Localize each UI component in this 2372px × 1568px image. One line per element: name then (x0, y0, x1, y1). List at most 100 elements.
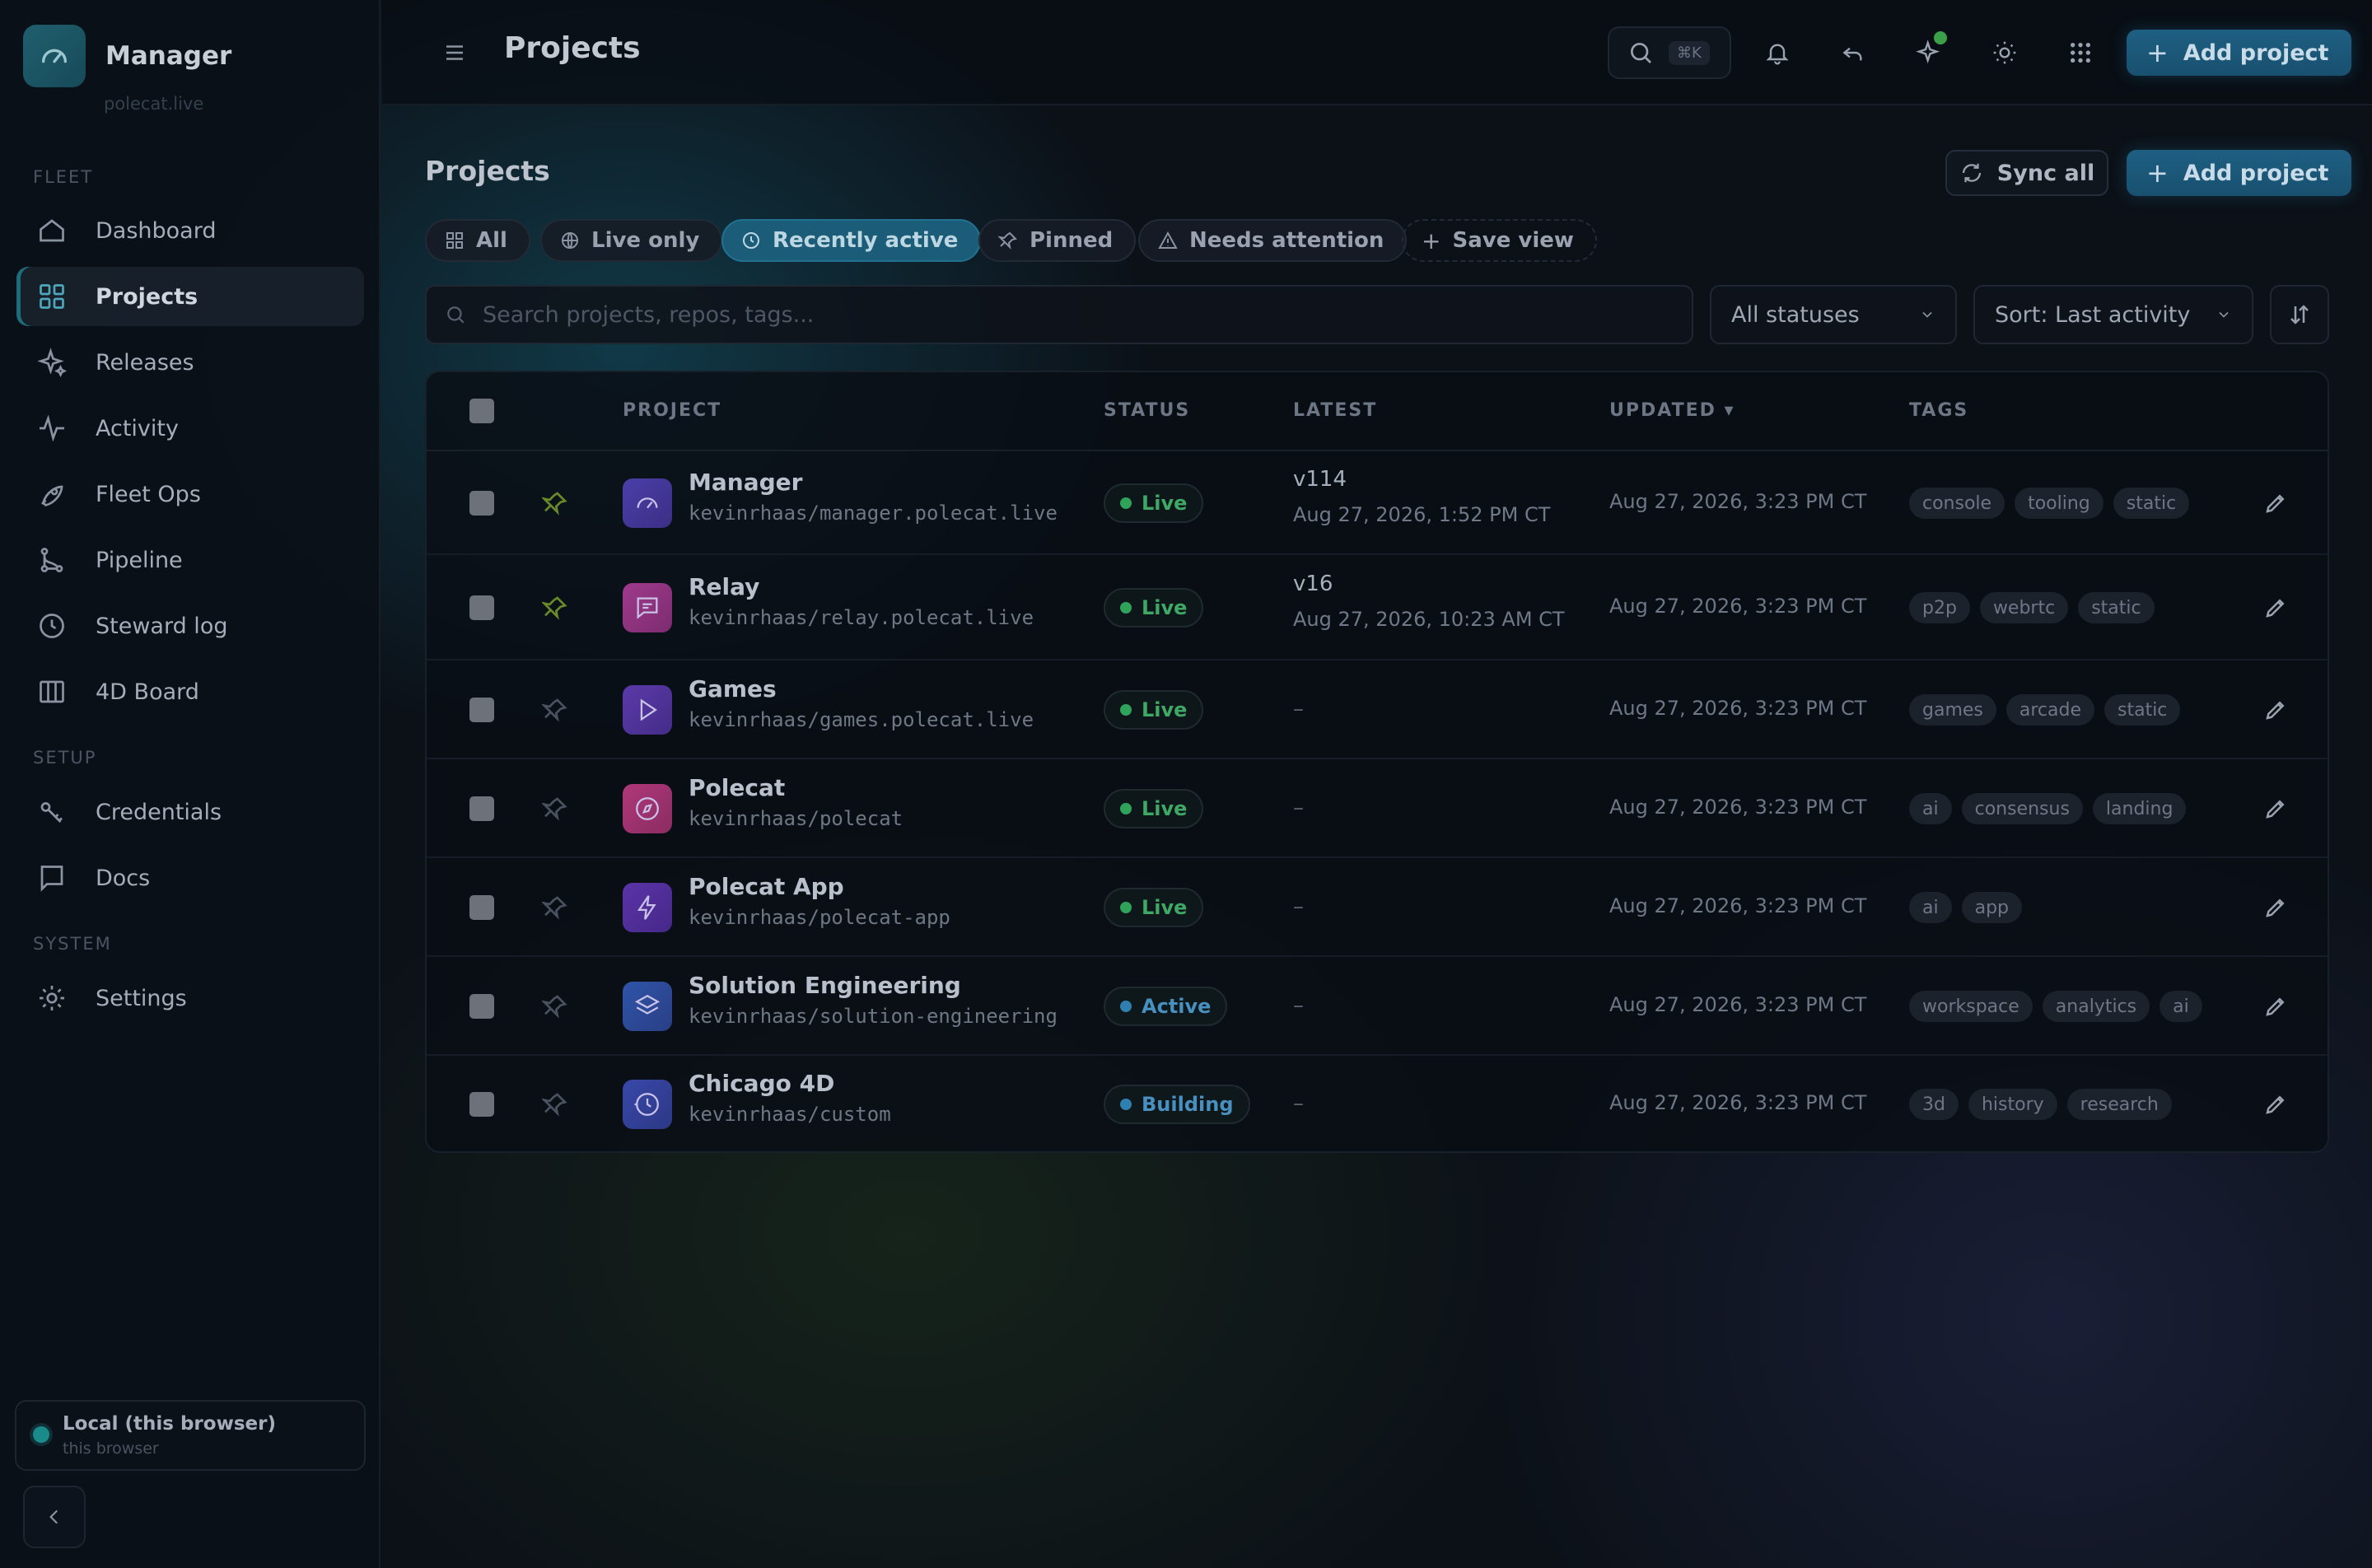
save-view-button[interactable]: + Save view (1402, 219, 1597, 262)
pin-icon[interactable] (542, 697, 568, 723)
tag[interactable]: landing (2092, 793, 2187, 824)
status-filter-select[interactable]: All statuses (1710, 285, 1957, 344)
pin-icon[interactable] (542, 993, 568, 1020)
project-repo: kevinrhaas/polecat (689, 807, 904, 830)
ai-assistant-button[interactable] (1912, 31, 1947, 69)
filter-chip-live-only[interactable]: Live only (540, 219, 723, 262)
sidebar-item-projects[interactable]: Projects (16, 267, 364, 326)
pinned-icon[interactable] (542, 595, 568, 621)
tag[interactable]: tooling (2015, 488, 2104, 519)
collapse-sidebar-button[interactable] (23, 1486, 86, 1548)
sidebar-item-fleet-ops[interactable]: Fleet Ops (16, 464, 364, 524)
command-search-button[interactable]: ⌘K (1608, 26, 1731, 79)
edit-icon[interactable] (2263, 796, 2288, 821)
sidebar-item-4d-board[interactable]: 4D Board (16, 662, 364, 721)
sidebar-item-settings[interactable]: Settings (16, 968, 364, 1028)
column-header-project[interactable]: PROJECT (623, 400, 721, 421)
pinned-icon[interactable] (542, 490, 568, 516)
tag[interactable]: workspace (1909, 991, 2033, 1022)
table-row[interactable]: Solution Engineering kevinrhaas/solution… (427, 957, 2328, 1056)
sidebar-item-activity[interactable]: Activity (16, 399, 364, 458)
theme-toggle-button[interactable] (1988, 36, 2021, 69)
pin-icon[interactable] (542, 1091, 568, 1118)
tag[interactable]: static (2078, 592, 2155, 623)
project-name[interactable]: Games (689, 675, 777, 702)
tag[interactable]: research (2066, 1089, 2172, 1120)
pin-icon[interactable] (542, 894, 568, 921)
project-name[interactable]: Manager (689, 469, 802, 496)
table-row[interactable]: Polecat App kevinrhaas/polecat-app Live … (427, 858, 2328, 957)
row-checkbox[interactable] (469, 994, 494, 1019)
add-project-button-top[interactable]: + Add project (2127, 30, 2352, 76)
table-row[interactable]: Manager kevinrhaas/manager.polecat.live … (427, 451, 2328, 555)
select-all-checkbox[interactable] (469, 399, 494, 423)
table-row[interactable]: Relay kevinrhaas/relay.polecat.live Live… (427, 555, 2328, 660)
tag[interactable]: ai (2160, 991, 2202, 1022)
sidebar-item-credentials[interactable]: Credentials (16, 782, 364, 842)
sidebar-item-pipeline[interactable]: Pipeline (16, 530, 364, 590)
row-checkbox[interactable] (469, 491, 494, 516)
undo-button[interactable] (1837, 36, 1870, 69)
notifications-button[interactable] (1761, 36, 1794, 69)
project-name[interactable]: Polecat App (689, 873, 844, 900)
project-name[interactable]: Polecat (689, 774, 785, 801)
row-checkbox[interactable] (469, 698, 494, 722)
tag[interactable]: webrtc (1979, 592, 2069, 623)
tag[interactable]: analytics (2042, 991, 2150, 1022)
edit-icon[interactable] (2263, 698, 2288, 722)
edit-icon[interactable] (2263, 1092, 2288, 1117)
row-checkbox[interactable] (469, 796, 494, 821)
apps-button[interactable] (2064, 36, 2097, 69)
tag[interactable]: app (1961, 892, 2023, 923)
table-row[interactable]: Chicago 4D kevinrhaas/custom Building – … (427, 1056, 2328, 1151)
tag[interactable]: ai (1909, 793, 1952, 824)
row-checkbox[interactable] (469, 895, 494, 920)
edit-icon[interactable] (2263, 491, 2288, 516)
filter-chip-pinned[interactable]: Pinned (978, 219, 1137, 262)
menu-toggle-button[interactable] (438, 36, 471, 69)
edit-icon[interactable] (2263, 595, 2288, 620)
tag[interactable]: games (1909, 694, 1996, 726)
tag[interactable]: ai (1909, 892, 1952, 923)
table-row[interactable]: Games kevinrhaas/games.polecat.live Live… (427, 660, 2328, 759)
tag[interactable]: consensus (1961, 793, 2083, 824)
tag[interactable]: console (1909, 488, 2005, 519)
local-storage-indicator[interactable]: Local (this browser) this browser (15, 1400, 366, 1471)
tag[interactable]: static (2104, 694, 2181, 726)
project-name[interactable]: Chicago 4D (689, 1070, 834, 1097)
tag[interactable]: static (2113, 488, 2190, 519)
sidebar-item-dashboard[interactable]: Dashboard (16, 201, 364, 260)
filter-chip-needs-attention[interactable]: Needs attention (1138, 219, 1408, 262)
tag[interactable]: history (1968, 1089, 2057, 1120)
latest-version: v114 (1293, 467, 1347, 492)
add-project-button[interactable]: + Add project (2127, 150, 2352, 196)
project-repo: kevinrhaas/relay.polecat.live (689, 606, 1034, 629)
tag[interactable]: p2p (1909, 592, 1970, 623)
project-name[interactable]: Solution Engineering (689, 972, 961, 999)
search-input[interactable]: Search projects, repos, tags... (425, 285, 1693, 344)
app-subtitle: polecat.live (104, 94, 204, 114)
sort-select[interactable]: Sort: Last activity (1973, 285, 2253, 344)
filter-chip-recently-active[interactable]: Recently active (721, 219, 982, 262)
row-checkbox[interactable] (469, 595, 494, 620)
sidebar-item-steward-log[interactable]: Steward log (16, 596, 364, 656)
filter-chip-all[interactable]: All (425, 219, 530, 262)
tag[interactable]: 3d (1909, 1089, 1959, 1120)
edit-icon[interactable] (2263, 994, 2288, 1019)
column-header-status[interactable]: STATUS (1104, 400, 1190, 421)
row-checkbox[interactable] (469, 1092, 494, 1117)
sidebar-item-docs[interactable]: Docs (16, 848, 364, 908)
project-repo: kevinrhaas/solution-engineering (689, 1005, 1058, 1028)
sync-all-button[interactable]: Sync all (1945, 150, 2108, 196)
tag[interactable]: arcade (2005, 694, 2094, 726)
sidebar-item-releases[interactable]: Releases (16, 333, 364, 392)
key-icon (35, 795, 69, 829)
project-name[interactable]: Relay (689, 573, 759, 600)
brand[interactable]: Manager (23, 25, 231, 87)
edit-icon[interactable] (2263, 895, 2288, 920)
pin-icon[interactable] (542, 796, 568, 822)
sort-direction-button[interactable] (2270, 285, 2329, 344)
column-header-latest[interactable]: LATEST (1293, 400, 1377, 421)
table-row[interactable]: Polecat kevinrhaas/polecat Live – Aug 27… (427, 759, 2328, 858)
column-header-updated[interactable]: UPDATED ▾ (1609, 400, 1735, 421)
